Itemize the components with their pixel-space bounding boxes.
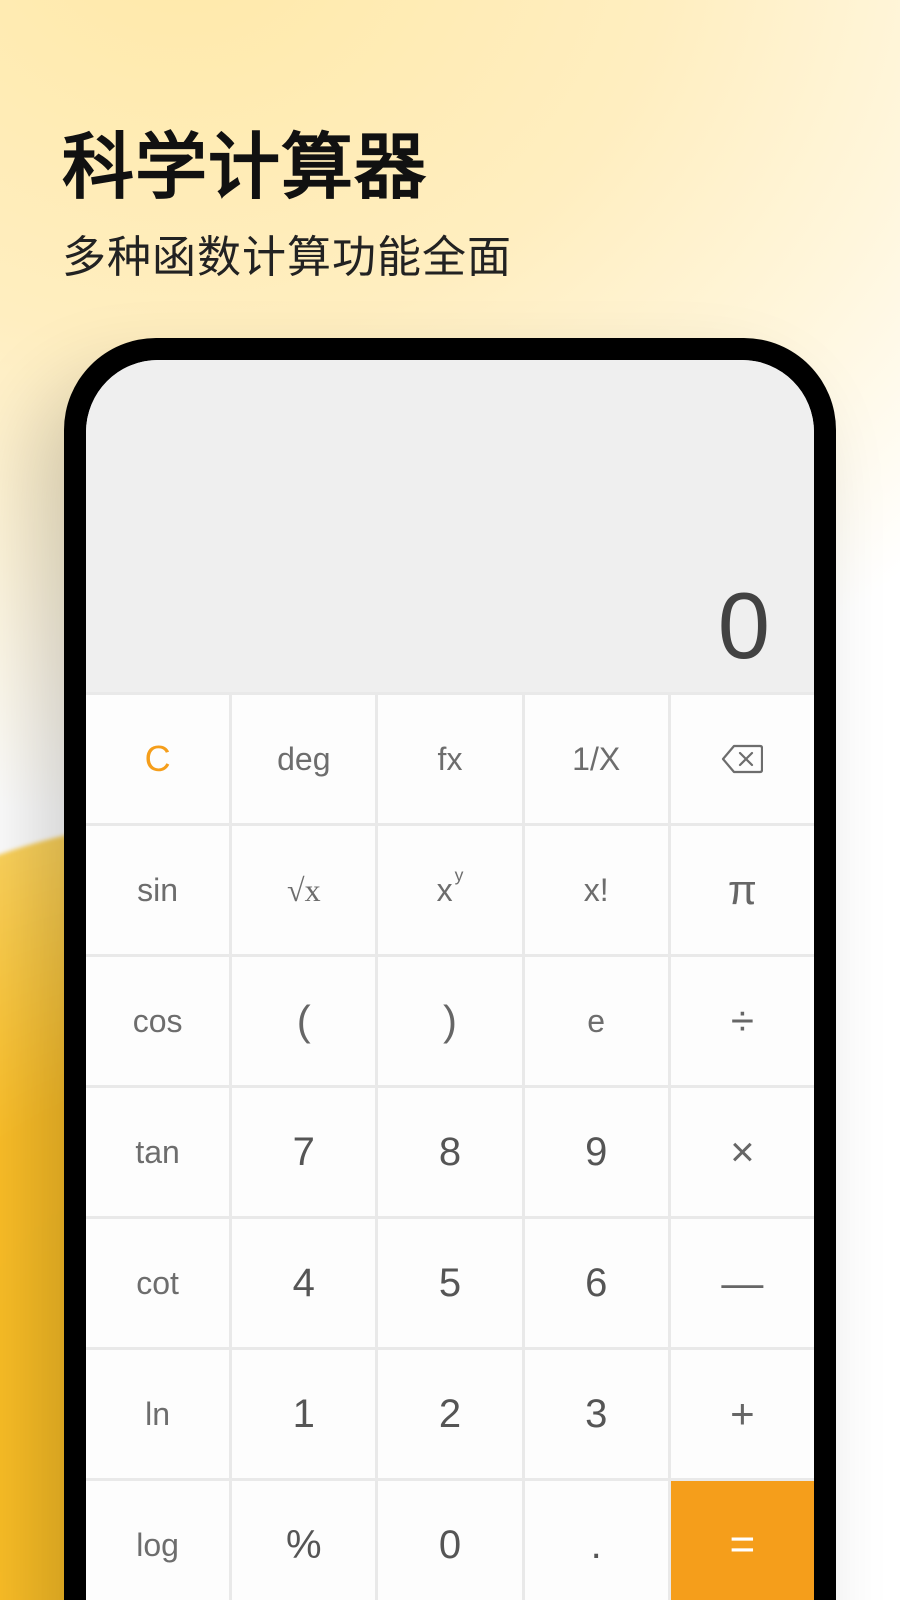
e-button[interactable]: e	[525, 957, 668, 1085]
sin-button[interactable]: sin	[86, 826, 229, 954]
digit-1-button[interactable]: 1	[232, 1350, 375, 1478]
digit-3-button[interactable]: 3	[525, 1350, 668, 1478]
reciprocal-button[interactable]: 1/X	[525, 695, 668, 823]
decimal-button[interactable]: .	[525, 1481, 668, 1600]
sqrt-button[interactable]: √x	[232, 826, 375, 954]
digit-5-button[interactable]: 5	[378, 1219, 521, 1347]
digit-0-button[interactable]: 0	[378, 1481, 521, 1600]
lparen-button[interactable]: (	[232, 957, 375, 1085]
digit-9-button[interactable]: 9	[525, 1088, 668, 1216]
headline-subtitle: 多种函数计算功能全面	[62, 221, 512, 285]
phone-screen: 0 C deg fx 1/X	[86, 360, 814, 1600]
headline-title: 科学计算器	[62, 108, 512, 213]
ln-button[interactable]: ln	[86, 1350, 229, 1478]
backspace-icon	[721, 743, 763, 775]
minus-button[interactable]: —	[671, 1219, 814, 1347]
power-exponent: y	[455, 865, 464, 886]
digit-6-button[interactable]: 6	[525, 1219, 668, 1347]
log-button[interactable]: log	[86, 1481, 229, 1600]
calculator-display: 0	[86, 360, 814, 692]
backspace-button[interactable]	[671, 695, 814, 823]
clear-button[interactable]: C	[86, 695, 229, 823]
tan-button[interactable]: tan	[86, 1088, 229, 1216]
power-base: x	[437, 872, 453, 909]
digit-4-button[interactable]: 4	[232, 1219, 375, 1347]
rparen-button[interactable]: )	[378, 957, 521, 1085]
calculator-keypad: C deg fx 1/X sin √x	[86, 692, 814, 1600]
power-button[interactable]: xy	[378, 826, 521, 954]
headline: 科学计算器 多种函数计算功能全面	[62, 108, 512, 285]
promo-stage: 科学计算器 多种函数计算功能全面 0 C deg fx 1/X	[0, 0, 900, 1600]
display-value: 0	[718, 572, 770, 680]
phone-frame: 0 C deg fx 1/X	[64, 338, 836, 1600]
divide-button[interactable]: ÷	[671, 957, 814, 1085]
factorial-button[interactable]: x!	[525, 826, 668, 954]
digit-7-button[interactable]: 7	[232, 1088, 375, 1216]
digit-2-button[interactable]: 2	[378, 1350, 521, 1478]
pi-button[interactable]: π	[671, 826, 814, 954]
multiply-button[interactable]: ×	[671, 1088, 814, 1216]
deg-button[interactable]: deg	[232, 695, 375, 823]
equals-button[interactable]: =	[671, 1481, 814, 1600]
plus-button[interactable]: +	[671, 1350, 814, 1478]
cot-button[interactable]: cot	[86, 1219, 229, 1347]
cos-button[interactable]: cos	[86, 957, 229, 1085]
percent-button[interactable]: %	[232, 1481, 375, 1600]
fx-button[interactable]: fx	[378, 695, 521, 823]
digit-8-button[interactable]: 8	[378, 1088, 521, 1216]
